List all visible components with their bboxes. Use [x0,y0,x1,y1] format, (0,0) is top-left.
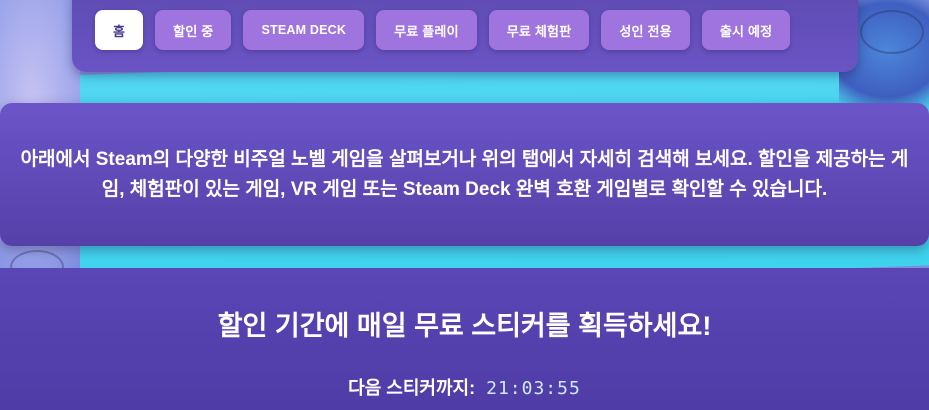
sticker-countdown: 다음 스티커까지: 21:03:55 [0,374,929,400]
sticker-promo-title: 할인 기간에 매일 무료 스티커를 획득하세요! [217,311,712,341]
tab-adult-only[interactable]: 성인 전용 [601,10,690,50]
tab-home[interactable]: 홈 [95,10,144,50]
info-panel: 아래에서 Steam의 다양한 비주얼 노벨 게임을 살펴보거나 위의 탭에서 … [0,103,929,246]
countdown-timer: 21:03:55 [486,378,581,399]
tab-on-sale[interactable]: 할인 중 [155,10,232,50]
background-line-art [860,10,924,54]
tab-steam-deck[interactable]: STEAM DECK [243,10,365,50]
tab-list: 홈 할인 중 STEAM DECK 무료 플레이 무료 체험판 성인 전용 출시… [95,10,791,50]
tab-free-to-play[interactable]: 무료 플레이 [376,10,477,50]
countdown-label: 다음 스티커까지: [348,378,476,398]
info-description: 아래에서 Steam의 다양한 비주얼 노벨 게임을 살펴보거나 위의 탭에서 … [20,149,909,200]
category-tab-bar: 홈 할인 중 STEAM DECK 무료 플레이 무료 체험판 성인 전용 출시… [72,0,858,72]
sticker-promo-section: 할인 기간에 매일 무료 스티커를 획득하세요! 다음 스티커까지: 21:03… [0,268,929,410]
tab-free-demo[interactable]: 무료 체험판 [488,10,590,50]
tab-upcoming[interactable]: 출시 예정 [701,10,791,50]
